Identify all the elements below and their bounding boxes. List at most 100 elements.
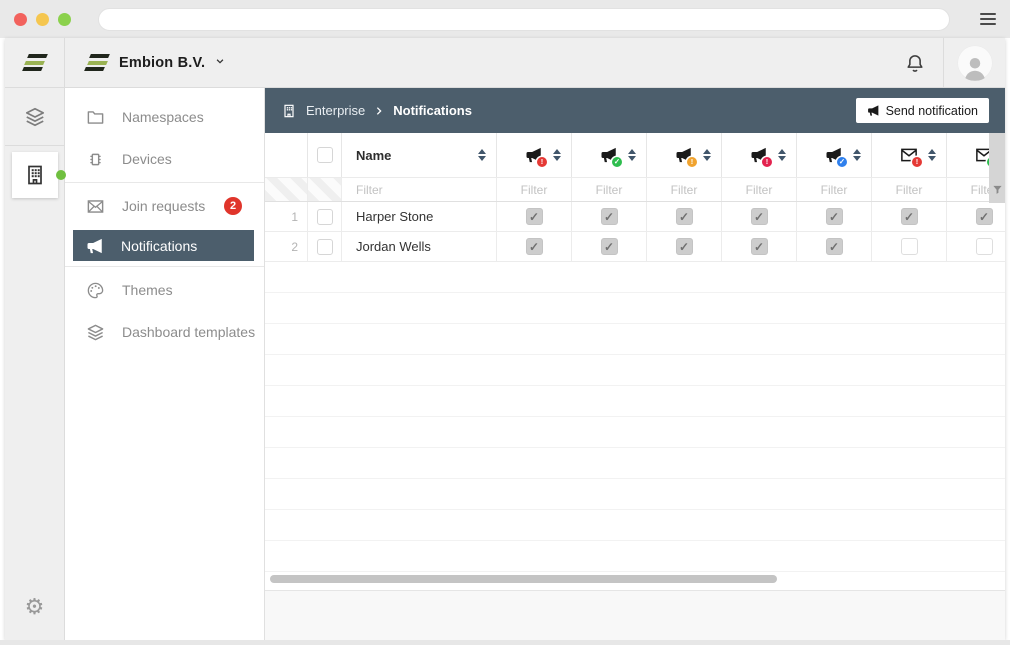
column-filter-input[interactable] xyxy=(497,183,571,197)
rail-item-enterprise[interactable] xyxy=(5,146,64,204)
column-filter-input[interactable] xyxy=(797,183,871,197)
rail-item-enterprise-tile xyxy=(12,152,58,198)
table-header-row: Name ! xyxy=(265,133,1005,178)
notification-checkbox[interactable] xyxy=(751,208,768,225)
avatar-cell xyxy=(943,38,1005,87)
settings-button[interactable]: ⚙ xyxy=(5,574,64,640)
column-filter-input[interactable] xyxy=(647,183,721,197)
embion-logo-icon xyxy=(85,54,109,71)
name-column-header[interactable]: Name xyxy=(342,133,497,177)
sort-icon xyxy=(853,149,861,161)
rail-item-dashboards[interactable] xyxy=(5,88,64,146)
browser-chrome xyxy=(0,0,1010,38)
address-bar[interactable] xyxy=(98,8,950,31)
sidebar: Namespaces Devices xyxy=(65,88,265,640)
table-row: 2 Jordan Wells xyxy=(265,232,1005,262)
notification-checkbox[interactable] xyxy=(901,238,918,255)
sidebar-item-label: Dashboard templates xyxy=(122,324,255,340)
screen: Embion B.V. xyxy=(0,0,1010,645)
empty-row xyxy=(265,386,1005,417)
row-select-checkbox[interactable] xyxy=(317,239,333,255)
traffic-light-close-button[interactable] xyxy=(14,13,27,26)
notification-checkbox[interactable] xyxy=(676,238,693,255)
palette-icon xyxy=(86,281,105,300)
column-header-megaphone-red[interactable]: ! xyxy=(497,133,572,177)
notification-checkbox[interactable] xyxy=(976,208,993,225)
notification-checkbox[interactable] xyxy=(676,208,693,225)
column-filter-input[interactable] xyxy=(572,183,646,197)
empty-row xyxy=(265,510,1005,541)
sidebar-item-label: Notifications xyxy=(121,238,197,254)
icon-rail: ⚙ xyxy=(5,88,65,640)
notification-checkbox[interactable] xyxy=(751,238,768,255)
empty-row xyxy=(265,479,1005,510)
status-dot xyxy=(56,170,66,180)
sidebar-item-devices[interactable]: Devices xyxy=(65,138,264,180)
notification-checkbox[interactable] xyxy=(826,238,843,255)
sidebar-item-label: Namespaces xyxy=(122,109,204,125)
breadcrumb-enterprise-link[interactable]: Enterprise xyxy=(306,103,365,118)
notification-checkbox[interactable] xyxy=(826,208,843,225)
horizontal-scrollbar xyxy=(265,572,1005,590)
browser-menu-icon[interactable] xyxy=(980,13,996,25)
app-window: Embion B.V. xyxy=(5,38,1005,640)
row-number: 2 xyxy=(265,232,308,261)
empty-row xyxy=(265,262,1005,293)
breadcrumb: Enterprise Notifications xyxy=(281,103,472,119)
select-all-checkbox[interactable] xyxy=(317,147,333,163)
column-header-megaphone-crimson[interactable]: ! xyxy=(722,133,797,177)
name-filter-input[interactable] xyxy=(342,183,496,197)
notification-checkbox[interactable] xyxy=(976,238,993,255)
main-footer xyxy=(265,590,1005,640)
row-select-checkbox[interactable] xyxy=(317,209,333,225)
column-header-envelope-red[interactable]: ! xyxy=(872,133,947,177)
column-header-megaphone-blue[interactable]: ✓ xyxy=(797,133,872,177)
column-header-megaphone-green[interactable]: ✓ xyxy=(572,133,647,177)
divider xyxy=(65,182,264,183)
notification-checkbox[interactable] xyxy=(601,238,618,255)
chevron-down-icon xyxy=(215,56,225,66)
megaphone-blue-icon: ✓ xyxy=(825,146,843,164)
column-header-megaphone-orange[interactable]: ! xyxy=(647,133,722,177)
envelope-icon xyxy=(86,197,105,216)
column-filter-input[interactable] xyxy=(872,183,946,197)
empty-row xyxy=(265,448,1005,479)
empty-row xyxy=(265,324,1005,355)
notification-checkbox[interactable] xyxy=(526,208,543,225)
building-icon xyxy=(281,103,297,119)
embion-logo-icon xyxy=(23,54,47,71)
notification-checkbox[interactable] xyxy=(601,208,618,225)
empty-row xyxy=(265,417,1005,448)
horizontal-scrollbar-thumb[interactable] xyxy=(270,575,777,583)
megaphone-icon xyxy=(86,236,105,255)
user-name: Jordan Wells xyxy=(342,232,497,261)
column-filter-input[interactable] xyxy=(722,183,796,197)
sidebar-item-label: Join requests xyxy=(122,198,205,214)
notification-checkbox[interactable] xyxy=(901,208,918,225)
notification-checkbox[interactable] xyxy=(526,238,543,255)
sidebar-item-join-requests[interactable]: Join requests 2 xyxy=(65,185,264,227)
vertical-scrollbar[interactable] xyxy=(989,133,1005,203)
org-switcher[interactable]: Embion B.V. xyxy=(65,38,270,87)
sort-icon xyxy=(703,149,711,161)
sidebar-item-notifications[interactable]: Notifications xyxy=(73,230,254,261)
sidebar-item-themes[interactable]: Themes xyxy=(65,269,264,311)
megaphone-green-icon: ✓ xyxy=(600,146,618,164)
sidebar-item-dashboard-templates[interactable]: Dashboard templates xyxy=(65,311,264,353)
traffic-light-zoom-button[interactable] xyxy=(58,13,71,26)
app-header: Embion B.V. xyxy=(5,38,1005,88)
send-notification-button[interactable]: Send notification xyxy=(856,98,989,123)
sidebar-item-namespaces[interactable]: Namespaces xyxy=(65,96,264,138)
megaphone-icon xyxy=(867,104,880,117)
sidebar-item-label: Devices xyxy=(122,151,172,167)
user-name: Harper Stone xyxy=(342,202,497,231)
row-number-header xyxy=(265,133,308,177)
notifications-bell-button[interactable] xyxy=(887,38,943,87)
traffic-light-minimize-button[interactable] xyxy=(36,13,49,26)
join-requests-count-badge: 2 xyxy=(224,197,242,215)
megaphone-crimson-icon: ! xyxy=(750,146,768,164)
bell-icon xyxy=(904,52,926,74)
empty-row xyxy=(265,355,1005,386)
sort-icon xyxy=(928,149,936,161)
user-avatar[interactable] xyxy=(957,45,993,81)
